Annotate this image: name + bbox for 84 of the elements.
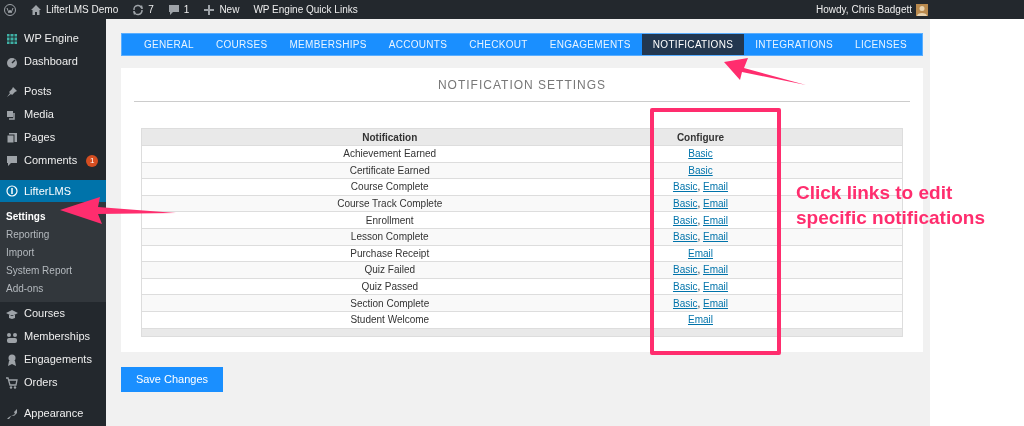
table-cell: Quiz Passed (141, 278, 638, 295)
submenu-item[interactable]: Add-ons (6, 280, 44, 298)
settings-tab[interactable]: LICENSES (844, 34, 918, 55)
table-cell: Course Track Complete (141, 195, 638, 212)
pages-icon (6, 131, 18, 144)
table-cell: Certificate Earned (141, 162, 638, 179)
configure-link[interactable]: Email (703, 264, 728, 276)
configure-link[interactable]: Email (703, 281, 728, 293)
configure-link[interactable]: Email (688, 247, 713, 259)
settings-tab[interactable]: INTEGRATIONS (744, 34, 845, 55)
table-cell: Enrollment (141, 211, 638, 229)
submenu-item[interactable]: Reporting (6, 226, 50, 244)
separator-text: , (697, 281, 701, 293)
sidebar-item[interactable]: Comments 1 (0, 149, 106, 172)
cart-icon (6, 376, 18, 389)
settings-tab[interactable]: MEMBERSHIPS (278, 34, 378, 55)
submenu-item[interactable]: System Report (6, 262, 73, 280)
configure-link[interactable]: Email (703, 181, 728, 193)
pin-icon (6, 85, 18, 98)
sidebar-item[interactable]: Engagements (0, 348, 106, 371)
settings-tab[interactable]: GENERAL (133, 34, 205, 55)
separator-text: , (697, 297, 701, 309)
avatar-icon (916, 3, 928, 16)
refresh-icon (132, 3, 145, 16)
settings-tab[interactable]: COURSES (204, 34, 279, 55)
new-link[interactable]: New (219, 2, 240, 17)
table-cell: Quiz Failed (141, 261, 638, 279)
sidebar-item[interactable]: Dashboard (0, 50, 106, 73)
comment-icon (6, 154, 18, 167)
sidebar-item[interactable]: LifterLMS (0, 180, 106, 202)
sidebar-item[interactable]: Memberships (0, 325, 106, 348)
sidebar-item[interactable]: Courses (0, 302, 106, 325)
settings-tab[interactable]: NOTIFICATIONS (641, 34, 745, 55)
greeting-link[interactable]: Howdy, Chris Badgett (816, 2, 912, 17)
section-title: NOTIFICATION SETTINGS (436, 77, 608, 93)
site-link[interactable]: LifterLMS Demo (46, 2, 119, 17)
table-cell: Achievement Earned (141, 145, 638, 163)
sidebar-item[interactable]: Orders (0, 371, 106, 394)
separator-text: , (697, 264, 701, 276)
separator-text: , (697, 214, 701, 226)
table-cell: Lesson Complete (141, 228, 638, 246)
sidebar-item[interactable]: Media (0, 103, 106, 126)
gauge-icon (6, 55, 18, 68)
count-badge: 1 (86, 154, 99, 167)
table-cell: Student Welcome (141, 311, 638, 329)
info-icon (6, 185, 18, 197)
submenu-item[interactable]: Settings (6, 208, 46, 226)
configure-link[interactable]: Email (703, 198, 728, 210)
updates-count[interactable]: 7 (148, 2, 154, 17)
sidebar-item[interactable]: WP Engine (0, 27, 106, 50)
plus-icon (203, 3, 216, 16)
column-header: Configure (637, 128, 764, 146)
brush-icon (6, 407, 18, 420)
configure-link[interactable]: Basic (688, 164, 713, 176)
settings-tab[interactable]: CHECKOUT (458, 34, 539, 55)
table-cell: Section Complete (141, 294, 638, 312)
table-cell: Purchase Receipt (141, 245, 638, 262)
grid-icon (6, 32, 18, 45)
configure-link[interactable]: Email (703, 231, 728, 243)
award-icon (6, 353, 18, 366)
graduation-cap-icon (6, 307, 18, 320)
configure-link[interactable]: Email (703, 297, 728, 309)
comments-count[interactable]: 1 (183, 2, 190, 17)
people-icon (6, 330, 18, 343)
settings-tab[interactable]: ENGAGEMENTS (538, 34, 642, 55)
annotation-text: Click links to edit specific notifications (796, 181, 986, 230)
sidebar-item[interactable]: Appearance (0, 402, 106, 425)
column-header: Notification (141, 128, 638, 146)
wordpress-logo-icon (4, 3, 16, 16)
table-cell: Course Complete (141, 178, 638, 196)
configure-link[interactable]: Basic (688, 148, 713, 160)
sidebar-item[interactable]: Pages (0, 126, 106, 149)
configure-link[interactable]: Email (703, 214, 728, 226)
home-icon (30, 3, 42, 16)
quick-links-menu[interactable]: WP Engine Quick Links (253, 2, 358, 17)
separator-text: , (697, 231, 701, 243)
sidebar-item[interactable]: Posts (0, 80, 106, 103)
comment-icon (167, 3, 180, 16)
save-changes-button[interactable]: Save Changes (121, 367, 223, 392)
separator-text: , (697, 181, 701, 193)
settings-tab[interactable]: ACCOUNTS (377, 34, 459, 55)
configure-link[interactable]: Email (688, 314, 713, 326)
submenu-item[interactable]: Import (6, 244, 35, 262)
separator-text: , (697, 198, 701, 210)
